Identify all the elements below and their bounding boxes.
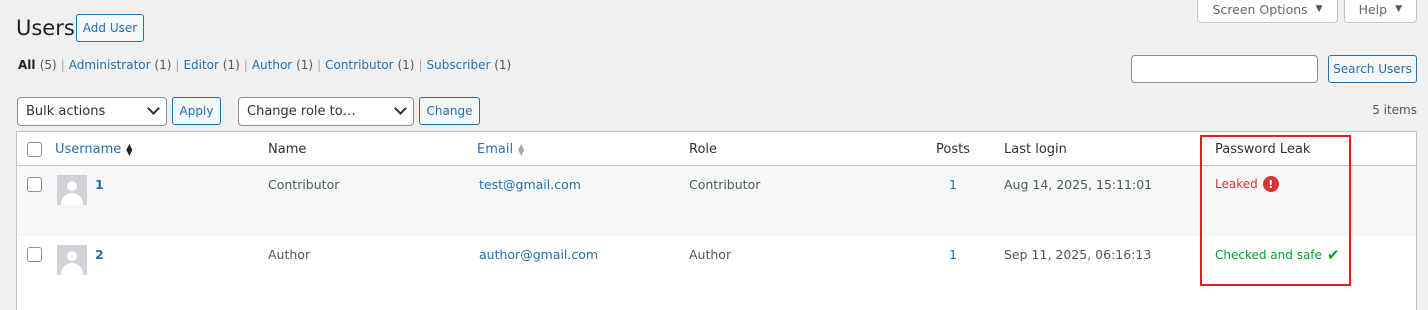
sort-icon: ▲ ▼ [518,141,525,157]
last-login-cell: Sep 11, 2025, 06:16:13 [1004,247,1152,262]
role-filter-links: All (5) | Administrator (1) | Editor (1) | Aut… [18,58,512,72]
filter-administrator[interactable]: Administrator (1) [69,58,172,72]
search-users-button[interactable]: Search Users [1328,55,1417,83]
bulk-actions-select[interactable]: Bulk actions [17,97,167,126]
email-link[interactable]: test@gmail.com [479,177,581,192]
change-button[interactable]: Change [419,97,480,125]
caret-down-icon: ▼ [1315,4,1323,14]
screen-options-button[interactable]: Screen Options ▼ [1197,0,1338,23]
select-all-checkbox[interactable] [27,142,42,157]
filter-subscriber[interactable]: Subscriber (1) [427,58,512,72]
filter-editor[interactable]: Editor (1) [183,58,239,72]
change-role-select[interactable]: Change role to… [238,97,414,126]
filter-contributor[interactable]: Contributor (1) [325,58,414,72]
row-checkbox[interactable] [27,177,42,192]
name-cell: Contributor [268,177,340,192]
email-link[interactable]: author@gmail.com [479,247,598,262]
avatar [57,175,87,205]
column-role: Role [689,142,718,157]
column-email[interactable]: Email ▲ ▼ [477,142,524,157]
chevron-down-icon [394,102,407,115]
page-title: Users [16,16,75,40]
caret-down-icon: ▼ [1395,4,1402,14]
name-cell: Author [268,247,311,262]
screen-options-label: Screen Options [1212,1,1308,17]
row-checkbox[interactable] [27,247,42,262]
column-username[interactable]: Username ▲ ▼ [55,142,132,157]
role-cell: Author [689,247,732,262]
password-leak-highlight-box [1200,135,1351,286]
last-login-cell: Aug 14, 2025, 15:11:01 [1004,177,1153,192]
add-user-button[interactable]: Add User [76,14,144,42]
items-count: 5 items [1372,103,1417,117]
username-link[interactable]: 1 [95,177,104,192]
search-input[interactable] [1131,55,1318,83]
help-button[interactable]: Help ▼ [1343,0,1417,23]
screen-meta-links: Screen Options ▼ Help ▼ [1197,0,1417,23]
column-posts: Posts [936,142,970,157]
sort-asc-icon: ▲ ▼ [126,141,133,157]
help-label: Help [1358,1,1388,17]
column-last-login: Last login [1004,142,1067,157]
posts-link[interactable]: 1 [949,247,957,262]
posts-link[interactable]: 1 [949,177,957,192]
role-cell: Contributor [689,177,761,192]
column-name: Name [268,142,307,157]
avatar [57,245,87,275]
apply-button[interactable]: Apply [172,97,221,125]
change-role-value: Change role to… [247,104,356,119]
bulk-actions-value: Bulk actions [26,104,106,119]
username-link[interactable]: 2 [95,247,104,262]
filter-all[interactable]: All (5) [18,58,57,72]
chevron-down-icon [147,102,160,115]
filter-author[interactable]: Author (1) [252,58,313,72]
